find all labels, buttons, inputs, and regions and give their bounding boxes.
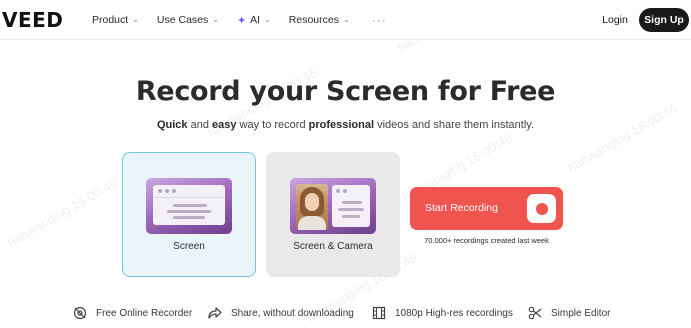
feature-label: Free Online Recorder: [96, 307, 193, 319]
more-menu-icon[interactable]: ···: [372, 13, 387, 27]
screen-camera-mode-card[interactable]: Screen & Camera: [266, 152, 400, 277]
screen-mode-label: Screen: [173, 241, 205, 252]
feature-free-online-recorder: Free Online Recorder: [73, 303, 192, 323]
features-row: Free Online Recorder Share, without down…: [0, 303, 691, 323]
nav-menu: Product ⌄ Use Cases ⌄ ✦ AI ⌄ Resources ⌄…: [92, 0, 387, 40]
screen-camera-thumbnail: [290, 178, 376, 234]
login-button[interactable]: Login: [596, 8, 634, 32]
top-navbar: VEED Product ⌄ Use Cases ⌄ ✦ AI ⌄ Resour…: [0, 0, 691, 40]
feature-share: Share, without downloading: [207, 303, 354, 323]
veed-logo[interactable]: VEED: [2, 9, 63, 31]
subtitle-bold: Quick: [156, 119, 188, 131]
subtitle-text: videos and share them instantly.: [374, 119, 535, 131]
nav-item-label: Product: [92, 14, 129, 26]
nav-item-ai[interactable]: ✦ AI ⌄: [237, 14, 271, 27]
chevron-down-icon: ⌄: [212, 14, 219, 24]
feature-simple-editor: Simple Editor: [528, 303, 610, 323]
nav-item-use-cases[interactable]: Use Cases ⌄: [157, 14, 219, 26]
camera-avatar: [296, 184, 328, 230]
hero-subtitle: Quick and easy way to record professiona…: [0, 119, 691, 131]
record-icon: [527, 194, 556, 223]
share-arrow-icon: [208, 307, 222, 319]
feature-hd-recordings: 1080p High-res recordings: [372, 303, 513, 323]
nav-item-resources[interactable]: Resources ⌄: [289, 14, 350, 26]
start-recording-button[interactable]: Start Recording: [410, 187, 563, 230]
chevron-down-icon: ⌄: [264, 14, 271, 24]
page-title: Record your Screen for Free: [135, 76, 556, 107]
nav-item-product[interactable]: Product ⌄: [92, 14, 139, 26]
chevron-down-icon: ⌄: [343, 14, 350, 24]
window-illustration: [153, 185, 225, 225]
subtitle-text: way to record: [236, 119, 309, 131]
nav-item-label: Resources: [288, 14, 339, 26]
page: hanwanqing 16:00:46 hanwanqing 16:00:46 …: [0, 0, 691, 328]
chevron-down-icon: ⌄: [132, 14, 139, 24]
screen-thumbnail: [146, 178, 232, 234]
sparkle-icon: ✦: [236, 14, 247, 27]
start-recording-label: Start Recording: [425, 202, 498, 214]
subtitle-bold: easy: [212, 119, 237, 131]
watermark: hanwanqing 16:00:46: [564, 99, 680, 176]
nav-item-label: AI: [250, 14, 261, 26]
feature-label: 1080p High-res recordings: [395, 307, 513, 319]
screen-camera-mode-label: Screen & Camera: [293, 241, 373, 252]
signup-button[interactable]: Sign Up: [639, 8, 689, 32]
subtitle-text: and: [187, 119, 212, 131]
window-illustration: [332, 185, 370, 227]
film-strip-icon: [372, 306, 386, 320]
subtitle-bold: professional: [308, 119, 375, 131]
feature-label: Share, without downloading: [231, 307, 354, 319]
scissors-icon: [528, 306, 542, 320]
feature-label: Simple Editor: [551, 307, 611, 319]
recordings-count-text: 70.000+ recordings created last week: [424, 236, 549, 245]
screen-mode-card[interactable]: Screen: [122, 152, 256, 277]
nav-item-label: Use Cases: [156, 14, 209, 26]
no-recording-icon: [73, 306, 87, 320]
watermark: hanwanqing 16:00:46: [4, 174, 120, 251]
